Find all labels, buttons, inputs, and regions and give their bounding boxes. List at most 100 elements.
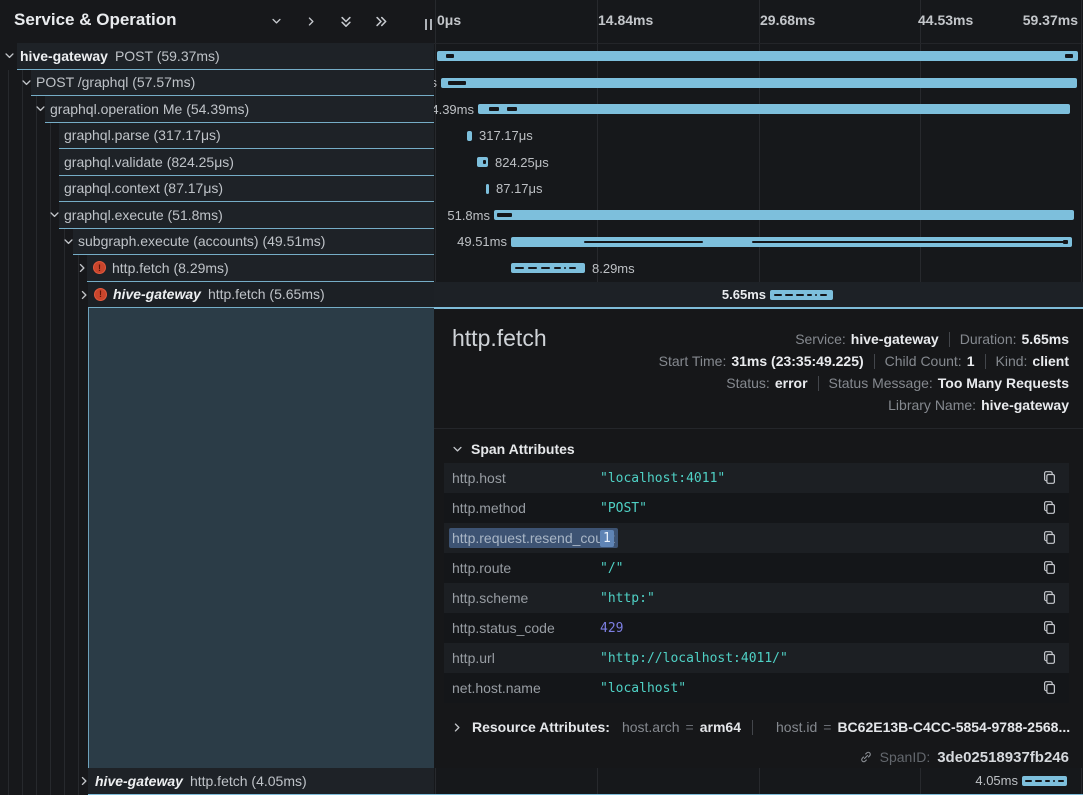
chevron-down-icon[interactable] <box>63 236 74 247</box>
chevron-right-icon[interactable] <box>79 289 90 300</box>
meta-separator <box>985 354 986 369</box>
span-bar-mark <box>774 294 782 296</box>
span-bar-mark <box>820 294 827 296</box>
operation-label: graphql.execute (51.8ms) <box>64 207 223 223</box>
span-bar[interactable] <box>478 104 1070 114</box>
span-bar-mark <box>815 294 817 296</box>
panel-resize-handle[interactable] <box>425 19 432 30</box>
span-duration-label: 57.57ms <box>434 70 437 97</box>
attribute-row[interactable]: http.route"/" <box>444 553 1069 583</box>
meta-separator <box>949 332 950 347</box>
tree-row[interactable]: graphql.context (87.17μs) <box>0 176 434 203</box>
chevron-down-icon[interactable] <box>49 210 60 221</box>
tree-row[interactable]: hive-gatewayPOST (59.37ms) <box>0 43 434 70</box>
span-bar[interactable] <box>467 131 472 141</box>
span-bar-mark <box>569 267 576 269</box>
span-bar-mark <box>497 213 512 217</box>
tree-row-label: graphql.validate (824.25μs) <box>64 149 234 175</box>
chevron-down-icon[interactable] <box>21 77 32 88</box>
copy-icon[interactable] <box>1042 650 1057 665</box>
timeline-row[interactable]: 824.25μs <box>434 149 1083 176</box>
meta-value: Too Many Requests <box>938 375 1069 391</box>
attribute-row[interactable]: http.scheme"http:" <box>444 583 1069 613</box>
meta-separator <box>818 376 819 391</box>
timeline-row[interactable]: 57.57ms <box>434 70 1083 97</box>
timeline-row[interactable]: 49.51ms <box>434 229 1083 256</box>
timeline-row[interactable]: 87.17μs <box>434 176 1083 203</box>
copy-icon[interactable] <box>1042 680 1057 695</box>
panel-title: Service & Operation <box>14 10 177 30</box>
chevron-right-icon[interactable] <box>77 263 88 274</box>
tree-row[interactable]: POST /graphql (57.57ms) <box>0 70 434 97</box>
timeline-row[interactable]: 4.05ms <box>434 768 1083 794</box>
span-bar-mark <box>1045 780 1050 782</box>
resource-attributes-row[interactable]: Resource Attributes:host.arch=arm64host.… <box>452 713 1070 741</box>
span-bar[interactable] <box>477 157 488 167</box>
span-bar[interactable] <box>511 237 1072 247</box>
copy-icon[interactable] <box>1042 500 1057 515</box>
chevron-down-icon[interactable] <box>267 12 285 30</box>
copy-icon[interactable] <box>1042 470 1057 485</box>
tree-row-label: graphql.execute (51.8ms) <box>64 202 223 228</box>
span-bar[interactable] <box>511 263 585 273</box>
attribute-key: http.request.resend_count <box>452 530 600 546</box>
span-bar[interactable] <box>770 290 833 300</box>
attribute-key: http.host <box>452 470 600 486</box>
tree-row[interactable]: graphql.validate (824.25μs) <box>0 149 434 176</box>
copy-icon[interactable] <box>1042 560 1057 575</box>
attribute-key: http.status_code <box>452 620 600 636</box>
meta-line: Status:errorStatus Message:Too Many Requ… <box>726 372 1069 394</box>
chevron-down-icon[interactable] <box>35 104 46 115</box>
attribute-key: http.route <box>452 560 600 576</box>
attribute-row[interactable]: net.host.name"localhost" <box>444 673 1069 703</box>
copy-icon[interactable] <box>1042 590 1057 605</box>
tree-row[interactable]: graphql.operation Me (54.39ms) <box>0 96 434 123</box>
span-attributes-header[interactable]: Span Attributes <box>452 439 575 459</box>
tree-row[interactable]: subgraph.execute (accounts) (49.51ms) <box>0 229 434 256</box>
timeline-row[interactable]: 317.17μs <box>434 123 1083 150</box>
tree-row[interactable]: hive-gatewayhttp.fetch (4.05ms) <box>0 768 434 795</box>
operation-label: POST (59.37ms) <box>115 48 220 64</box>
chevron-right-icon[interactable] <box>79 776 90 787</box>
timeline-bottom-row: 4.05ms <box>434 768 1083 795</box>
chevron-right-icon[interactable] <box>302 12 320 30</box>
attribute-row[interactable]: http.request.resend_count1 <box>444 523 1069 553</box>
timeline-row[interactable]: 8.29ms <box>434 255 1083 282</box>
tree-row[interactable]: graphql.parse (317.17μs) <box>0 123 434 150</box>
copy-icon[interactable] <box>1042 620 1057 635</box>
timeline-row[interactable]: 51.8ms <box>434 202 1083 229</box>
span-bar[interactable] <box>1022 776 1067 786</box>
tree-row[interactable]: !http.fetch (8.29ms) <box>0 255 434 282</box>
span-bar[interactable] <box>494 210 1074 220</box>
span-bar-mark <box>507 107 517 111</box>
timeline-row[interactable] <box>434 43 1083 70</box>
attribute-row[interactable]: http.method"POST" <box>444 493 1069 523</box>
link-icon[interactable] <box>859 750 873 764</box>
tree-row[interactable]: graphql.execute (51.8ms) <box>0 202 434 229</box>
meta-line: Service:hive-gatewayDuration:5.65ms <box>795 328 1069 350</box>
operation-label: graphql.operation Me (54.39ms) <box>50 101 249 117</box>
timeline-row[interactable]: 54.39ms <box>434 96 1083 123</box>
timeline-row[interactable]: 5.65ms <box>434 282 1083 309</box>
timeline-panel: 0μs14.84ms29.68ms44.53ms59.37ms 57.57ms5… <box>434 0 1083 795</box>
attribute-value: "localhost" <box>600 681 686 696</box>
double-chevron-right-icon[interactable] <box>372 12 390 30</box>
attribute-row[interactable]: http.url"http://localhost:4011/" <box>444 643 1069 673</box>
span-duration-label: 317.17μs <box>479 123 533 150</box>
equals-sign: = <box>686 719 694 735</box>
span-bar[interactable] <box>441 78 1077 88</box>
span-bar[interactable] <box>437 51 1078 61</box>
tree-row-label: subgraph.execute (accounts) (49.51ms) <box>78 229 325 255</box>
attribute-value: 429 <box>600 621 623 636</box>
span-attributes-title: Span Attributes <box>471 441 575 457</box>
attribute-key: http.scheme <box>452 590 600 606</box>
span-bar-mark <box>483 160 486 164</box>
tree-row[interactable]: !hive-gatewayhttp.fetch (5.65ms) <box>0 282 434 309</box>
copy-icon[interactable] <box>1042 530 1057 545</box>
span-bar-mark <box>446 54 454 58</box>
attribute-row[interactable]: http.status_code429 <box>444 613 1069 643</box>
span-bar[interactable] <box>486 184 489 194</box>
attribute-row[interactable]: http.host"localhost:4011" <box>444 463 1069 493</box>
chevron-down-icon[interactable] <box>4 51 15 62</box>
double-chevron-down-icon[interactable] <box>337 12 355 30</box>
